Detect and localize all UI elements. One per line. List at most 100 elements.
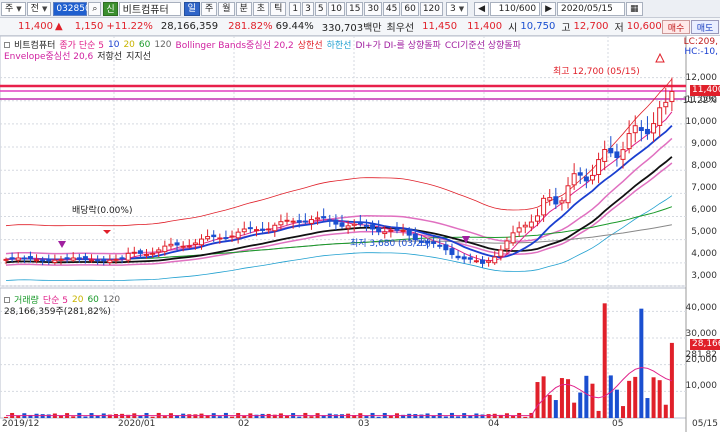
volume-bar (523, 416, 528, 418)
interval-button[interactable]: 15 (346, 1, 364, 16)
interval-button[interactable]: 3 (302, 1, 314, 16)
stock-name-field[interactable]: 비트컴퓨터 (118, 1, 181, 16)
candle-body (455, 255, 461, 259)
up-arrow-icon: ▲ (55, 21, 63, 32)
legend-item[interactable]: 20 (123, 40, 134, 50)
legend-item[interactable]: 120 (154, 40, 171, 50)
candle-body (657, 107, 663, 126)
lc-label: LC:209, (683, 37, 718, 47)
price-tick-label: 4,000 (691, 249, 717, 259)
legend-item[interactable]: 10 (108, 40, 119, 50)
interval-button[interactable]: 30 (364, 1, 382, 16)
legend-item[interactable]: Bollinger Bands중심선 20,2 (176, 38, 294, 51)
period-button[interactable]: 월 (218, 1, 235, 16)
stock-code-input[interactable]: 032850 (53, 1, 91, 16)
candle-body (137, 250, 143, 254)
candle-body (516, 227, 522, 233)
candle-body (327, 219, 333, 222)
volume-bar (584, 375, 589, 418)
candle-body (339, 222, 345, 227)
candle-body (58, 258, 64, 261)
period-button[interactable]: 초 (252, 1, 270, 16)
candle-body (46, 258, 52, 262)
legend-checkbox[interactable] (4, 41, 10, 48)
calendar-icon[interactable]: ▦ (625, 1, 643, 16)
candle-body (101, 258, 107, 262)
candle-body (620, 149, 626, 160)
high-label: 고 (561, 23, 571, 34)
legend-item[interactable]: 하한선 (327, 38, 352, 51)
chart-canvas[interactable] (0, 36, 720, 432)
candle-body (21, 257, 27, 260)
sell-button[interactable]: 매도 (691, 20, 719, 34)
legend-item[interactable]: 60 (139, 40, 150, 50)
count-select[interactable]: 3 ▼ (446, 1, 469, 16)
interval-button[interactable]: 1 (289, 1, 302, 16)
candle-body (382, 231, 388, 235)
legend-item[interactable]: 상한선 (298, 38, 323, 51)
scope-select[interactable]: 전 ▼ (26, 1, 52, 16)
date-field[interactable]: 2020/05/15 (556, 1, 625, 16)
next-icon[interactable]: ▶ (541, 1, 556, 16)
low-price: 10,600 (626, 21, 662, 32)
search-icon[interactable]: ⌕ (88, 1, 102, 16)
period-button[interactable]: 틱 (270, 1, 287, 16)
legend-checkbox[interactable] (4, 296, 10, 303)
candle-body (431, 241, 437, 244)
prev-icon[interactable]: ◀ (474, 1, 490, 16)
buy-button[interactable]: 매수 (662, 20, 690, 34)
turnover-value: 69.44% (275, 21, 314, 32)
legend-item[interactable]: Envelope중심선 20,6 (4, 49, 93, 62)
candle-body (571, 173, 577, 186)
legend-item[interactable]: 지지선 (126, 49, 151, 62)
volume-bar (456, 416, 461, 418)
price-legend-row2: Envelope중심선 20,6 저항선 지지선 (4, 49, 155, 62)
volume-bar (83, 416, 88, 418)
volume-bar (572, 402, 577, 418)
volume-value: 28,166,359 (160, 21, 219, 32)
period-button[interactable]: 일 (183, 1, 200, 16)
legend-item[interactable]: DI+가 DI-를 상향돌파 (355, 38, 440, 51)
period-button[interactable]: 분 (235, 1, 252, 16)
candle-body (498, 249, 504, 257)
candle-body (229, 235, 235, 238)
candle-body (247, 227, 253, 230)
legend-item[interactable]: 120 (103, 295, 120, 305)
period-button[interactable]: 주 (200, 1, 218, 16)
volume-bar (443, 416, 448, 418)
legend-item[interactable]: 저항선 (97, 49, 122, 62)
volume-bar (614, 389, 619, 418)
legend-item[interactable]: CCI기준선 상향돌파 (445, 38, 521, 51)
candle-body (632, 125, 638, 134)
quote-bar: 11,400 ▲ 1,150 +11.22% 28,166,359 281.82… (0, 18, 720, 36)
new-badge[interactable]: 신 (103, 1, 118, 16)
candle-body (235, 231, 241, 239)
type-select[interactable]: 주 ▼ (1, 1, 26, 16)
candle-body (449, 248, 455, 255)
chart-area[interactable]: 비트컴퓨터 종가 단순 5 10 20 60 120 Bollinger Bands중심선 … (0, 36, 720, 432)
candle-body (52, 259, 58, 263)
interval-button[interactable]: 5 (314, 1, 327, 16)
candle-body (34, 259, 40, 262)
volume-bar (590, 383, 595, 418)
candle-body (504, 240, 510, 250)
candle-body (290, 220, 296, 223)
candle-body (144, 253, 150, 256)
candle-body (363, 224, 369, 227)
interval-button[interactable]: 45 (382, 1, 401, 16)
candle-body (522, 224, 528, 228)
candle-body (9, 257, 15, 260)
legend-item[interactable]: 20 (72, 295, 83, 305)
interval-button[interactable]: 120 (419, 1, 444, 16)
volume-bar (46, 414, 51, 418)
candle-body (473, 260, 479, 263)
candle-body (168, 243, 174, 247)
interval-button[interactable]: 10 (327, 1, 346, 16)
legend-item[interactable]: 60 (87, 295, 98, 305)
high-annotation: 최고 12,700 (05/15) (553, 67, 640, 77)
best-quote-label: 최우선 (386, 23, 415, 34)
interval-button[interactable]: 60 (401, 1, 419, 16)
price-tick-label: 10,000 (685, 117, 718, 127)
range-field[interactable]: 110/600 (490, 1, 541, 16)
volume-pct-tag: 281.82 (685, 350, 718, 360)
